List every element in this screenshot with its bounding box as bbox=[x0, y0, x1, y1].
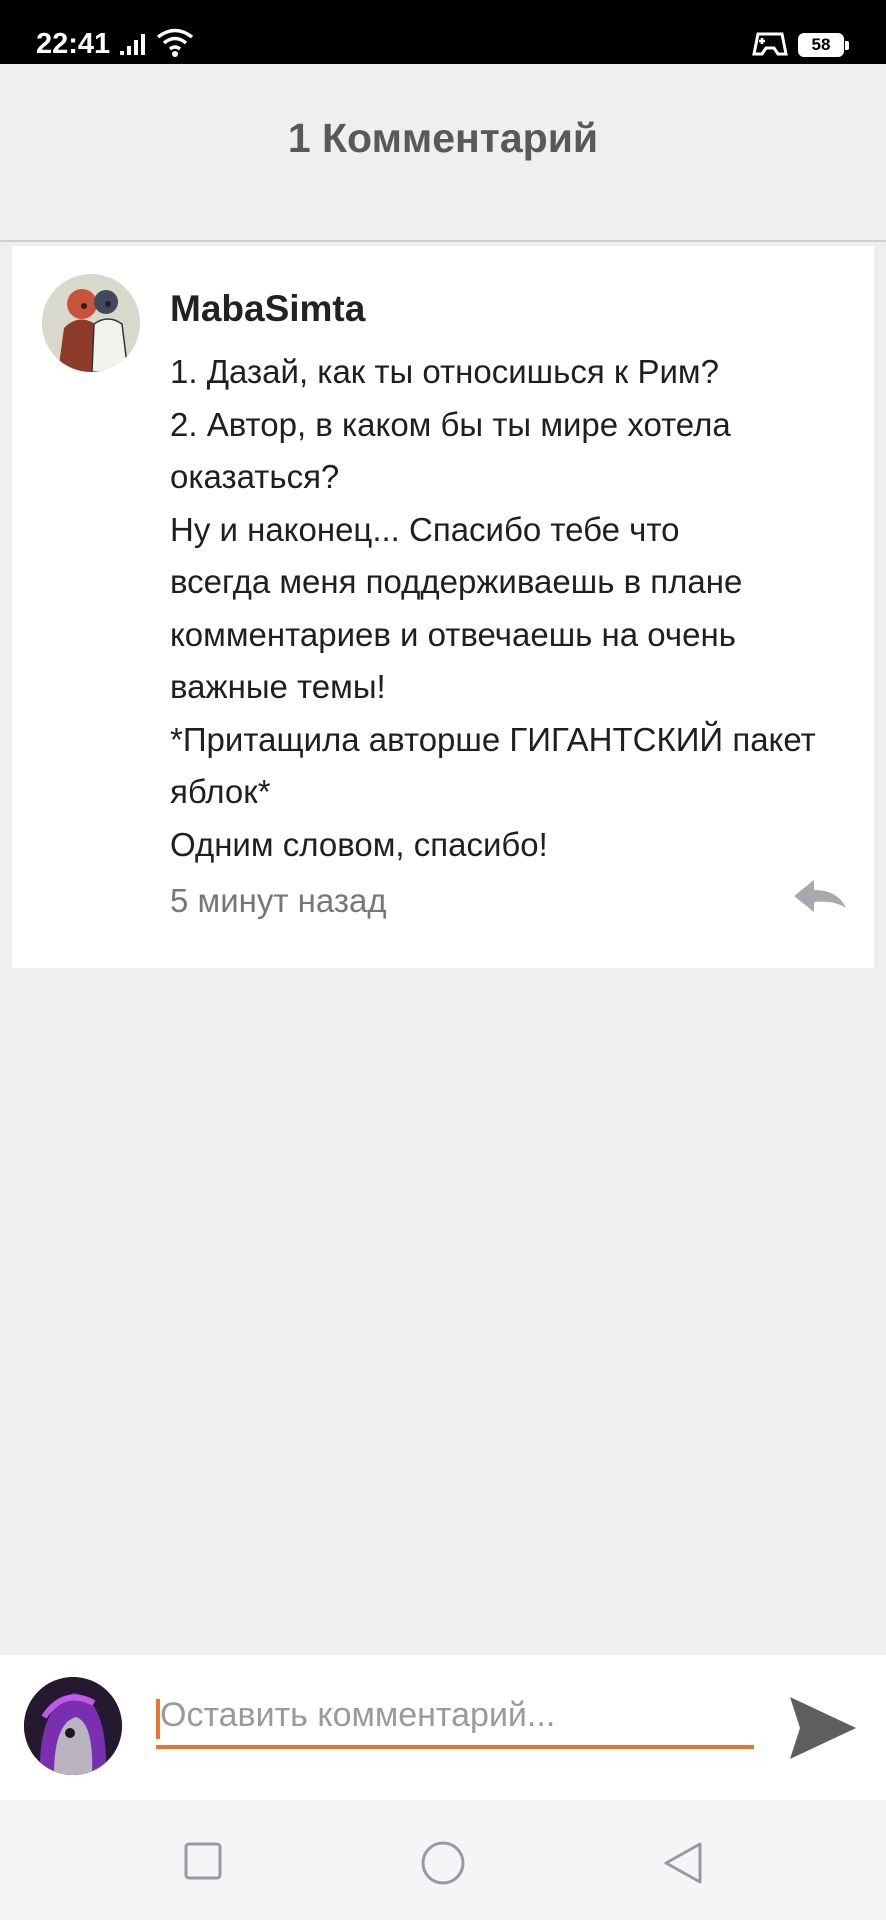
navigation-bar bbox=[0, 1800, 886, 1920]
comment-line: 1. Дазай, как ты относишься к Рим? bbox=[170, 353, 719, 390]
comment-line: 2. Автор, в каком бы ты мире хотела bbox=[170, 405, 731, 443]
header: 1 Комментарий bbox=[0, 64, 886, 242]
battery-level: 58 bbox=[811, 35, 831, 54]
gamepad-icon bbox=[752, 32, 788, 56]
user-avatar-image bbox=[24, 1677, 122, 1775]
comment-line: *Притащила авторше ГИГАНТСКИЙ пакет bbox=[170, 720, 816, 758]
comment-line: комментариев и отвечаешь на очень bbox=[170, 615, 736, 653]
comment-text: 1. Дазай, как ты относишься к Рим? 2. Ав… bbox=[170, 346, 870, 871]
comment-line: Одним словом, спасибо! bbox=[170, 825, 548, 863]
comment-line: важные темы! bbox=[170, 668, 386, 705]
wifi-icon bbox=[156, 28, 194, 57]
home-icon[interactable] bbox=[420, 1840, 466, 1886]
avatar-image bbox=[42, 274, 140, 372]
send-icon[interactable] bbox=[786, 1693, 860, 1763]
comment-timestamp: 5 минут назад bbox=[170, 882, 387, 919]
status-time: 22:41 bbox=[36, 28, 111, 60]
back-icon[interactable] bbox=[662, 1840, 704, 1886]
comment-card: MabaSimta 1. Дазай, как ты относишься к … bbox=[12, 246, 874, 968]
page-title: 1 Комментарий bbox=[287, 114, 599, 161]
comment-line: Ну и наконец... Спасибо тебе что bbox=[170, 510, 680, 548]
battery-icon: 58 bbox=[798, 33, 849, 57]
signal-icon bbox=[120, 34, 145, 55]
recent-apps-icon[interactable] bbox=[184, 1842, 222, 1880]
text-cursor bbox=[156, 1699, 160, 1739]
reply-icon[interactable] bbox=[790, 876, 850, 916]
comment-line: всегда меня поддерживаешь в плане bbox=[170, 563, 743, 600]
status-bar: 22:41 58 bbox=[0, 0, 886, 64]
comment-line: яблок* bbox=[170, 773, 271, 810]
user-avatar[interactable] bbox=[24, 1677, 122, 1775]
comment-composer bbox=[0, 1655, 886, 1800]
comment-line: оказаться? bbox=[170, 458, 340, 495]
comment-author[interactable]: MabaSimta bbox=[170, 288, 365, 330]
comment-input[interactable] bbox=[156, 1685, 754, 1749]
avatar[interactable] bbox=[42, 274, 140, 372]
